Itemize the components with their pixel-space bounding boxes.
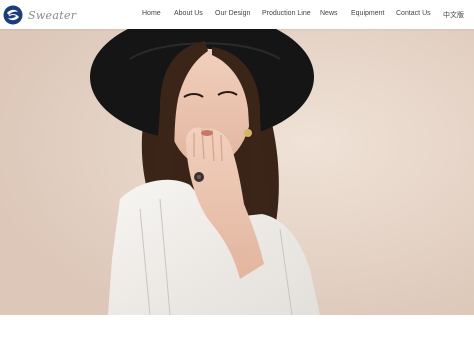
nav-item-equipment[interactable]: Equipment	[351, 10, 384, 17]
hero-photo	[0, 29, 474, 315]
nav-item-about-us[interactable]: About Us	[174, 10, 203, 17]
hero-banner	[0, 29, 474, 315]
page-bottom-whitespace	[0, 315, 474, 355]
site-header: Sweater Home About Us Our Design Product…	[0, 0, 474, 29]
nav-item-chinese-version[interactable]: 中文版	[443, 10, 464, 20]
nav-item-contact-us[interactable]: Contact Us	[396, 10, 431, 17]
nav-item-news[interactable]: News	[320, 10, 338, 17]
nav-item-production-line[interactable]: Production Line	[262, 10, 311, 17]
nav-item-home[interactable]: Home	[142, 10, 161, 17]
nav-item-our-design[interactable]: Our Design	[215, 10, 250, 17]
main-nav: Home About Us Our Design Production Line…	[0, 0, 474, 29]
